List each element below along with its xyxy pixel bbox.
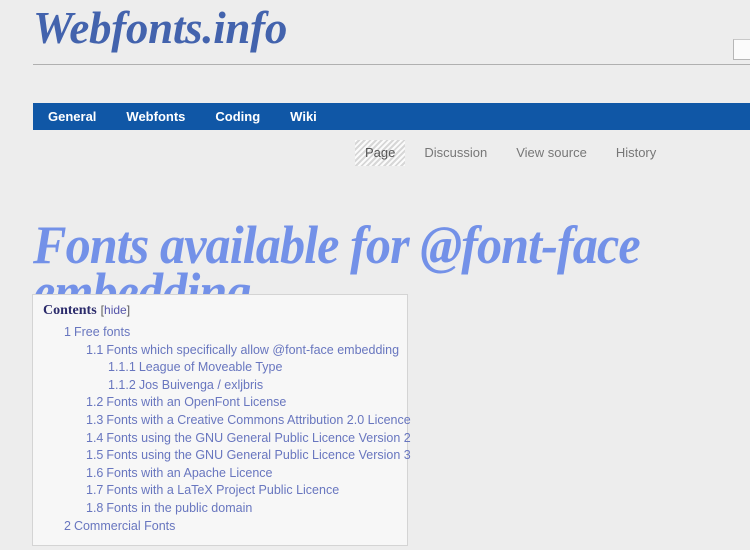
nav-item-webfonts[interactable]: Webfonts <box>116 103 195 130</box>
nav-item-wiki[interactable]: Wiki <box>280 103 327 130</box>
search-input[interactable] <box>733 39 750 60</box>
toc-entry[interactable]: 1.1.1 League of Moveable Type <box>43 359 397 377</box>
toc-entry-label: Fonts using the GNU General Public Licen… <box>106 430 411 445</box>
toc-entry-number: 1.1.1 <box>108 360 136 375</box>
toc-toggle-close-bracket: ] <box>126 303 131 317</box>
toc-entry-label: Fonts with a LaTeX Project Public Licenc… <box>106 483 340 498</box>
toc-entry[interactable]: 1.2 Fonts with an OpenFont License <box>43 394 397 412</box>
tab-page[interactable]: Page <box>355 140 406 166</box>
toc-entry[interactable]: 1.4 Fonts using the GNU General Public Li… <box>43 430 411 448</box>
toc-entry[interactable]: 2 Commercial Fonts <box>43 518 397 536</box>
nav-item-general[interactable]: General <box>38 103 106 130</box>
toc-entry-number: 1.4 <box>86 430 104 445</box>
tab-view-source[interactable]: View source <box>506 140 597 166</box>
table-of-contents: Contents [hide] 1 Free fonts 1.1 Fonts which… <box>32 294 411 547</box>
toc-entry[interactable]: 1.3 Fonts with a Creative Commons Attribu… <box>43 412 411 430</box>
toc-entry-number: 1.3 <box>86 412 104 427</box>
page-tabbar: Page Discussion View source History <box>0 140 750 166</box>
toc-toggle-label: hide <box>104 303 127 317</box>
toc-entry-number: 1.8 <box>86 500 104 515</box>
toc-entry-label: Fonts using the GNU General Public Licen… <box>106 448 411 463</box>
toc-entry-number: 1.5 <box>86 448 104 463</box>
toc-heading-label: Contents <box>43 303 97 318</box>
toc-entry-number: 1.6 <box>86 465 104 480</box>
nav-item-coding[interactable]: Coding <box>205 103 270 130</box>
toc-entry-label: Fonts with an Apache Licence <box>106 465 273 480</box>
toc-header: Contents [hide] <box>43 303 397 319</box>
toc-entry[interactable]: 1.6 Fonts with an Apache Licence <box>43 465 397 483</box>
toc-entry-label: Fonts with an OpenFont License <box>106 395 287 410</box>
toc-entry-label: Fonts in the public domain <box>106 500 253 515</box>
toc-entry-number: 1.1 <box>86 342 104 357</box>
toc-entry-number: 1.2 <box>86 395 104 410</box>
toc-entry-label: League of Moveable Type <box>138 360 283 375</box>
toc-entry[interactable]: 1.1.2 Jos Buivenga / exljbris <box>43 377 397 395</box>
tab-discussion[interactable]: Discussion <box>414 140 497 166</box>
toc-entry-label: Free fonts <box>73 325 131 339</box>
masthead-divider <box>33 64 750 65</box>
toc-hide-toggle[interactable]: [hide] <box>101 303 130 317</box>
toc-entry-label: Jos Buivenga / exljbris <box>138 377 264 392</box>
masthead: Webfonts.info <box>0 0 750 66</box>
toc-entry-label: Fonts with a Creative Commons Attributio… <box>106 412 411 427</box>
tab-history[interactable]: History <box>606 140 666 166</box>
toc-entry[interactable]: 1 Free fonts <box>43 324 397 342</box>
site-logo[interactable]: Webfonts.info <box>33 2 287 54</box>
toc-entry-label: Fonts which specifically allow @font-fac… <box>106 342 400 357</box>
toc-entry[interactable]: 1.5 Fonts using the GNU General Public Li… <box>43 447 411 465</box>
toc-entry[interactable]: 1.7 Fonts with a LaTeX Project Public Lic… <box>43 482 397 500</box>
toc-list: 1 Free fonts 1.1 Fonts which specifically a… <box>43 324 411 536</box>
primary-navigation: General Webfonts Coding Wiki <box>33 103 750 130</box>
toc-entry-number: 1 <box>64 325 71 339</box>
toc-entry-number: 2 <box>64 518 71 533</box>
toc-entry-number: 1.1.2 <box>108 377 136 392</box>
toc-entry-label: Commercial Fonts <box>73 518 176 533</box>
toc-entry[interactable]: 1.8 Fonts in the public domain <box>43 500 397 518</box>
toc-entry-number: 1.7 <box>86 483 104 498</box>
toc-entry[interactable]: 1.1 Fonts which specifically allow @font-… <box>43 342 400 360</box>
